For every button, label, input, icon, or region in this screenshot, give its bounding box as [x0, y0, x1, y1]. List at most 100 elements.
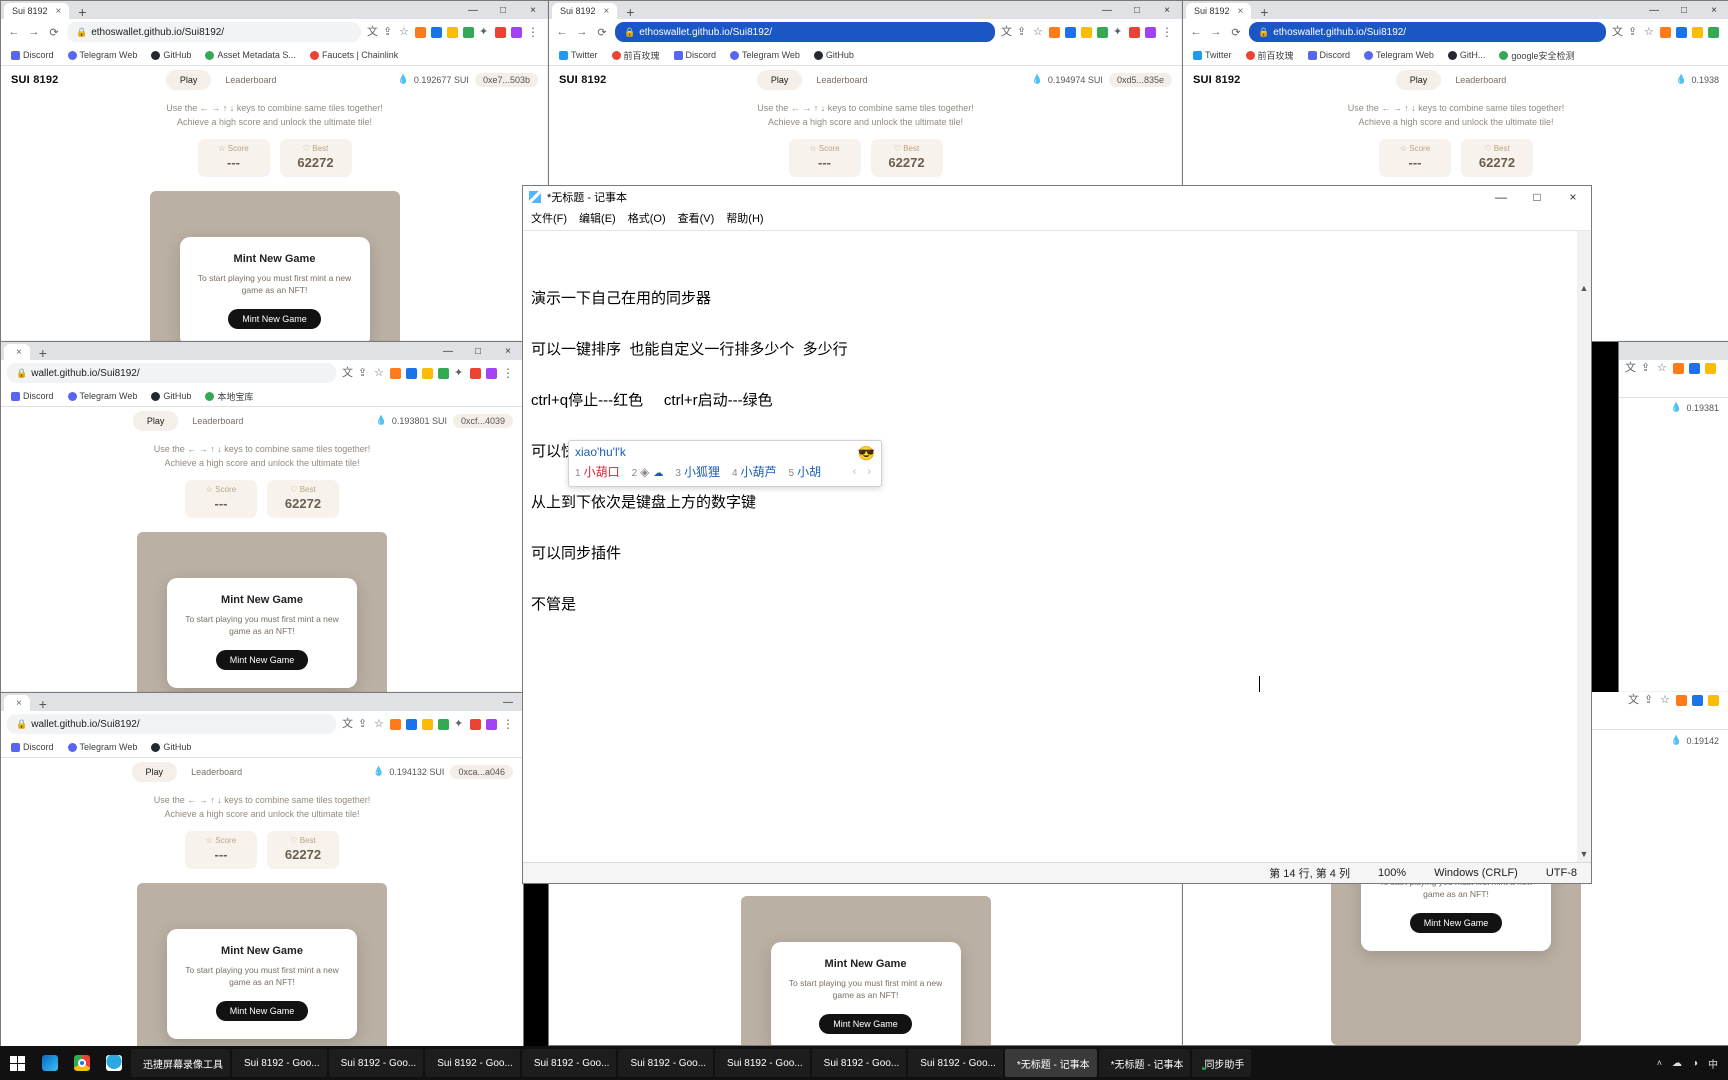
close-icon[interactable]: × — [56, 6, 62, 17]
translate-icon[interactable]: 文 — [342, 368, 353, 379]
taskbar-item-chrome[interactable]: Sui 8192 - Goo... — [425, 1049, 520, 1077]
ext-icon[interactable] — [1081, 27, 1092, 38]
ext-icon[interactable] — [390, 368, 401, 379]
taskbar-item-chrome[interactable]: Sui 8192 - Goo... — [908, 1049, 1003, 1077]
taskbar[interactable]: 迅捷屏幕录像工具 Sui 8192 - Goo... Sui 8192 - Go… — [0, 1046, 1728, 1080]
taskbar-item-chrome[interactable]: Sui 8192 - Goo... — [715, 1049, 810, 1077]
ext-icon[interactable] — [1708, 695, 1719, 706]
wallet-chip[interactable]: 💧0.194132 SUI0xca...a046 — [373, 765, 513, 779]
bookmark-item[interactable]: Telegram Web — [68, 50, 138, 60]
mint-button[interactable]: Mint New Game — [819, 1014, 912, 1034]
wallet-chip[interactable]: 💧0.1938 — [1675, 74, 1719, 86]
wallet-chip[interactable]: 💧 0.192677 SUI 0xe7...503b — [398, 73, 538, 87]
new-tab-button[interactable]: + — [34, 346, 52, 360]
new-tab-button[interactable]: + — [621, 5, 639, 19]
ext-icon[interactable] — [438, 368, 449, 379]
close-icon[interactable]: × — [1699, 1, 1728, 19]
share-icon[interactable]: ⇪ — [358, 368, 369, 379]
ext-icon[interactable] — [406, 719, 417, 730]
ime-candidate[interactable]: 2◈☁ — [632, 465, 664, 479]
bookmark-item[interactable]: Telegram Web — [1364, 50, 1434, 60]
menu-icon[interactable]: ⋮ — [527, 27, 538, 38]
ext-icon[interactable] — [1692, 27, 1703, 38]
bookmark-star-icon[interactable]: ☆ — [374, 719, 385, 730]
bookmark-star-icon[interactable]: ☆ — [399, 27, 410, 38]
ext-icon[interactable] — [1708, 27, 1719, 38]
ime-candidate[interactable]: 1小葫口 — [575, 463, 620, 480]
notepad-window[interactable]: *无标题 - 记事本 — □ × 文件(F) 编辑(E) 格式(O) 查看(V)… — [522, 185, 1592, 884]
taskbar-item-notepad[interactable]: *无标题 - 记事本 — [1005, 1049, 1097, 1077]
mint-button[interactable]: Mint New Game — [228, 309, 321, 329]
taskbar-item-chrome[interactable]: Sui 8192 - Goo... — [522, 1049, 617, 1077]
new-tab-button[interactable]: + — [1255, 5, 1273, 19]
maximize-icon[interactable]: □ — [488, 1, 518, 19]
new-tab-button[interactable]: + — [73, 5, 91, 19]
back-icon[interactable]: ← — [555, 25, 569, 39]
maximize-icon[interactable]: □ — [1669, 1, 1699, 19]
ext-icon[interactable] — [1676, 695, 1687, 706]
game-board[interactable]: Mint New Game To start playing you must … — [137, 532, 387, 692]
tray-icon[interactable]: ◑ — [1692, 1058, 1698, 1069]
ext-icon[interactable] — [1049, 27, 1060, 38]
translate-icon[interactable]: 文 — [367, 27, 378, 38]
bookmark-item[interactable]: Discord — [11, 742, 54, 752]
start-button[interactable] — [0, 1056, 34, 1071]
bookmark-star-icon[interactable]: ☆ — [374, 368, 385, 379]
url-input[interactable]: 🔒wallet.github.io/Sui8192/ — [7, 714, 336, 734]
scroll-up-icon[interactable]: ▲ — [1577, 282, 1591, 296]
bookmark-item[interactable]: Asset Metadata S... — [205, 50, 296, 60]
bookmark-item[interactable]: Telegram Web — [730, 50, 800, 60]
minimize-icon[interactable]: — — [1483, 186, 1519, 208]
forward-icon[interactable]: → — [27, 25, 41, 39]
wallet-chip[interactable]: 💧0.193801 SUI0xcf...4039 — [376, 414, 513, 428]
avatar-icon[interactable] — [486, 368, 497, 379]
puzzle-icon[interactable]: ✦ — [454, 719, 465, 730]
share-icon[interactable]: ⇪ — [1641, 363, 1652, 374]
close-icon[interactable]: × — [1555, 186, 1591, 208]
share-icon[interactable]: ⇪ — [383, 27, 394, 38]
wallet-chip[interactable]: 💧0.19381 — [1670, 402, 1719, 414]
notepad-menubar[interactable]: 文件(F) 编辑(E) 格式(O) 查看(V) 帮助(H) — [523, 208, 1591, 231]
emoji-icon[interactable]: 😎 — [858, 445, 875, 462]
close-icon[interactable]: × — [16, 347, 22, 358]
ext-icon[interactable] — [470, 719, 481, 730]
reload-icon[interactable]: ⟳ — [47, 25, 61, 39]
menu-icon[interactable]: ⋮ — [502, 719, 513, 730]
bookmark-item[interactable]: 前百玫瑰 — [612, 49, 660, 62]
taskbar-item-sync[interactable]: 同步助手 — [1192, 1049, 1251, 1077]
bookmark-star-icon[interactable]: ☆ — [1644, 27, 1655, 38]
bookmark-item[interactable]: Twitter — [1193, 50, 1232, 60]
close-icon[interactable]: × — [16, 698, 22, 709]
browser-tab[interactable]: × — [4, 695, 30, 711]
puzzle-icon[interactable]: ✦ — [479, 27, 490, 38]
browser-tab[interactable]: × — [4, 344, 30, 360]
back-icon[interactable]: ← — [1189, 25, 1203, 39]
avatar-icon[interactable] — [511, 27, 522, 38]
ime-candidate[interactable]: 3小狐狸 — [675, 463, 720, 480]
puzzle-icon[interactable]: ✦ — [454, 368, 465, 379]
game-board[interactable]: Mint New Game To start playing you must … — [137, 883, 387, 1046]
url-input[interactable]: 🔒ethoswallet.github.io/Sui8192/ — [1249, 22, 1606, 42]
mint-button[interactable]: Mint New Game — [216, 1001, 309, 1021]
forward-icon[interactable]: → — [575, 25, 589, 39]
ime-candidate[interactable]: 5小胡 — [789, 463, 822, 480]
ext-icon[interactable] — [1692, 695, 1703, 706]
ext-icon[interactable] — [495, 27, 506, 38]
scroll-down-icon[interactable]: ▼ — [1577, 848, 1591, 862]
tab-play[interactable]: Play — [133, 411, 179, 431]
tab-leaderboard[interactable]: Leaderboard — [177, 762, 256, 782]
bookmark-item[interactable]: 前百玫瑰 — [1246, 49, 1294, 62]
ime-page-nav[interactable]: ‹ › — [853, 466, 875, 478]
tray-ime[interactable]: 中 — [1708, 1056, 1718, 1071]
browser-win-6[interactable]: 文⇪☆ 💧0.19381 — [1618, 341, 1728, 693]
ext-icon[interactable] — [1097, 27, 1108, 38]
notepad-titlebar[interactable]: *无标题 - 记事本 — □ × — [523, 186, 1591, 208]
bookmark-item[interactable]: 本地宝库 — [205, 390, 253, 403]
bookmark-item[interactable]: GitHub — [151, 391, 191, 401]
tab-leaderboard[interactable]: Leaderboard — [178, 411, 257, 431]
url-input[interactable]: 🔒ethoswallet.github.io/Sui8192/ — [615, 22, 995, 42]
bookmark-item[interactable]: Discord — [1308, 50, 1351, 60]
tab-leaderboard[interactable]: Leaderboard — [211, 70, 290, 90]
taskbar-item-chrome[interactable]: Sui 8192 - Goo... — [618, 1049, 713, 1077]
tab-leaderboard[interactable]: Leaderboard — [1441, 70, 1520, 90]
